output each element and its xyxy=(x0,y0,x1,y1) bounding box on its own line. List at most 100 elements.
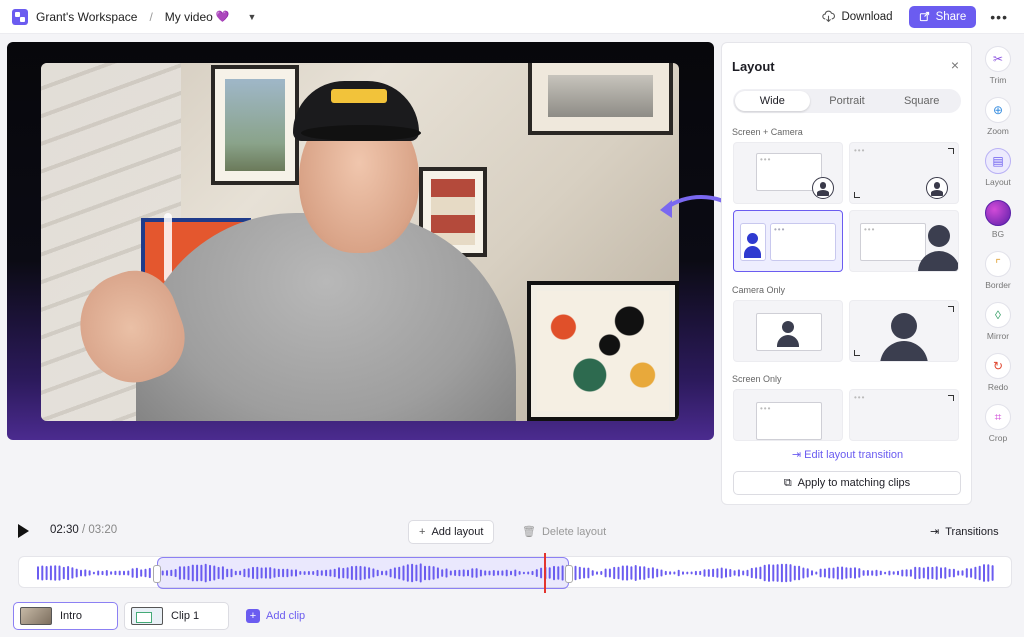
waveform-bar xyxy=(776,564,779,582)
play-icon[interactable] xyxy=(18,524,29,538)
tool-mirror-label: Mirror xyxy=(986,331,1010,341)
waveform-bar xyxy=(574,565,577,581)
layout-tile-screen-full[interactable]: ••• xyxy=(849,389,959,441)
tool-mirror[interactable]: ◊ Mirror xyxy=(978,302,1018,350)
layout-tile-screen-camera-small[interactable]: ••• xyxy=(733,142,843,204)
waveform-bar xyxy=(918,567,921,579)
clips-bar: Intro Clip 1 + Add clip xyxy=(0,596,1024,637)
waveform-bar xyxy=(974,566,977,580)
waveform-bar xyxy=(686,571,689,575)
transitions-button[interactable]: ⇥ Transitions xyxy=(930,525,999,539)
chevron-down-icon[interactable]: ▼ xyxy=(248,12,257,22)
tool-border[interactable]: ⌜ Border xyxy=(978,251,1018,299)
layout-tile-camera-full[interactable] xyxy=(849,300,959,362)
person-icon xyxy=(926,177,948,199)
camera-feed xyxy=(41,63,679,421)
section-screen-only: Screen Only xyxy=(732,374,782,384)
current-time: 02:30 xyxy=(50,524,79,536)
share-button[interactable]: Share xyxy=(908,5,977,28)
waveform-bar xyxy=(922,567,925,579)
tool-redo[interactable]: ↻ Redo xyxy=(978,353,1018,401)
edit-layout-transition-label: Edit layout transition xyxy=(804,449,904,461)
waveform-bar xyxy=(626,565,629,581)
waveform-bar xyxy=(957,570,960,576)
waveform-bar xyxy=(737,569,740,577)
tool-crop[interactable]: ⌗ Crop xyxy=(978,404,1018,452)
tool-bg[interactable]: BG xyxy=(978,200,1018,248)
playback-controls: 02:30 / 03:20 + Add layout 🗑 Delete layo… xyxy=(0,514,1024,550)
apply-to-matching-clips-button[interactable]: ⧉ Apply to matching clips xyxy=(733,471,961,495)
waveform-bar xyxy=(875,569,878,577)
clip-intro[interactable]: Intro xyxy=(13,602,118,630)
waveform-bar xyxy=(823,568,826,578)
clip-label: Clip 1 xyxy=(171,610,200,622)
more-options-icon[interactable]: ••• xyxy=(990,9,1008,25)
tab-wide[interactable]: Wide xyxy=(735,91,810,111)
waveform-bar xyxy=(909,569,912,577)
waveform-bar xyxy=(669,571,672,575)
waveform-bar xyxy=(634,565,637,581)
download-label: Download xyxy=(841,10,893,23)
add-clip-button[interactable]: + Add clip xyxy=(246,609,305,623)
presenter-cap-brim xyxy=(301,125,421,141)
tool-trim[interactable]: ✂ Trim xyxy=(978,46,1018,94)
transition-arrow-icon: ⇥ xyxy=(930,526,940,538)
layout-tile-screen-framed[interactable]: ••• xyxy=(733,389,843,441)
tool-layout-label: Layout xyxy=(985,177,1011,187)
tool-layout[interactable]: ▤ Layout xyxy=(978,148,1018,196)
waveform-bar xyxy=(127,570,130,576)
workspace-name[interactable]: Grant's Workspace xyxy=(36,10,137,24)
layout-tile-screen-camera-left-split[interactable]: ••• xyxy=(733,210,843,272)
waveform-bar xyxy=(720,567,723,579)
waveform-bar xyxy=(651,567,654,579)
segment-start-handle[interactable] xyxy=(153,565,161,583)
workspace-logo-icon[interactable] xyxy=(12,8,28,25)
waveform-bar xyxy=(694,570,697,576)
tab-portrait[interactable]: Portrait xyxy=(810,91,885,111)
waveform-bar xyxy=(884,571,887,575)
apply-label: Apply to matching clips xyxy=(797,477,911,489)
plus-icon: + xyxy=(246,609,260,623)
person-icon xyxy=(747,233,758,244)
waveform-bar xyxy=(871,570,874,576)
transition-arrow-icon: ⇥ xyxy=(791,449,805,461)
playhead[interactable] xyxy=(544,553,546,593)
waveform-bar xyxy=(952,568,955,578)
tool-zoom[interactable]: ⊕ Zoom xyxy=(978,97,1018,145)
add-layout-button[interactable]: + Add layout xyxy=(408,520,495,544)
waveform-bar xyxy=(815,571,818,575)
close-icon[interactable]: × xyxy=(951,57,959,73)
video-title[interactable]: My video xyxy=(165,10,213,24)
layout-panel: Layout × Wide Portrait Square Screen + C… xyxy=(721,42,972,505)
download-button[interactable]: Download xyxy=(822,10,893,23)
layout-segment-selection[interactable] xyxy=(153,557,573,589)
waveform-bar xyxy=(897,570,899,576)
waveform-bar xyxy=(961,570,964,576)
zoom-icon: ⊕ xyxy=(985,97,1011,123)
plus-icon: + xyxy=(419,526,426,538)
waveform-bar xyxy=(729,569,732,577)
waveform-bar xyxy=(755,567,758,579)
layout-tile-screen-camera-corner[interactable]: ••• xyxy=(849,142,959,204)
waveform-bar xyxy=(780,563,783,583)
segment-end-handle[interactable] xyxy=(565,565,573,583)
waveform-bar xyxy=(600,571,603,575)
video-preview[interactable] xyxy=(7,42,714,440)
delete-layout-button[interactable]: 🗑 Delete layout xyxy=(522,525,606,539)
edit-layout-transition-link[interactable]: ⇥ Edit layout transition xyxy=(722,448,973,461)
layout-tile-screen-camera-large[interactable]: ••• xyxy=(849,210,959,272)
waveform-bar xyxy=(613,566,616,580)
waveform-bar xyxy=(849,567,852,579)
timeline-track[interactable] xyxy=(18,553,1012,593)
waveform-bar xyxy=(118,570,121,576)
waveform-bar xyxy=(578,566,581,580)
waveform-bar xyxy=(62,566,65,580)
tab-square[interactable]: Square xyxy=(884,91,959,111)
layout-tile-camera-framed[interactable] xyxy=(733,300,843,362)
person-icon xyxy=(928,225,950,247)
redo-icon: ↻ xyxy=(985,353,1011,379)
waveform-bar xyxy=(725,568,727,578)
mirror-icon: ◊ xyxy=(985,302,1011,328)
top-bar: Grant's Workspace / My video 💜 ▼ Downloa… xyxy=(0,0,1024,34)
clip-1[interactable]: Clip 1 xyxy=(124,602,229,630)
